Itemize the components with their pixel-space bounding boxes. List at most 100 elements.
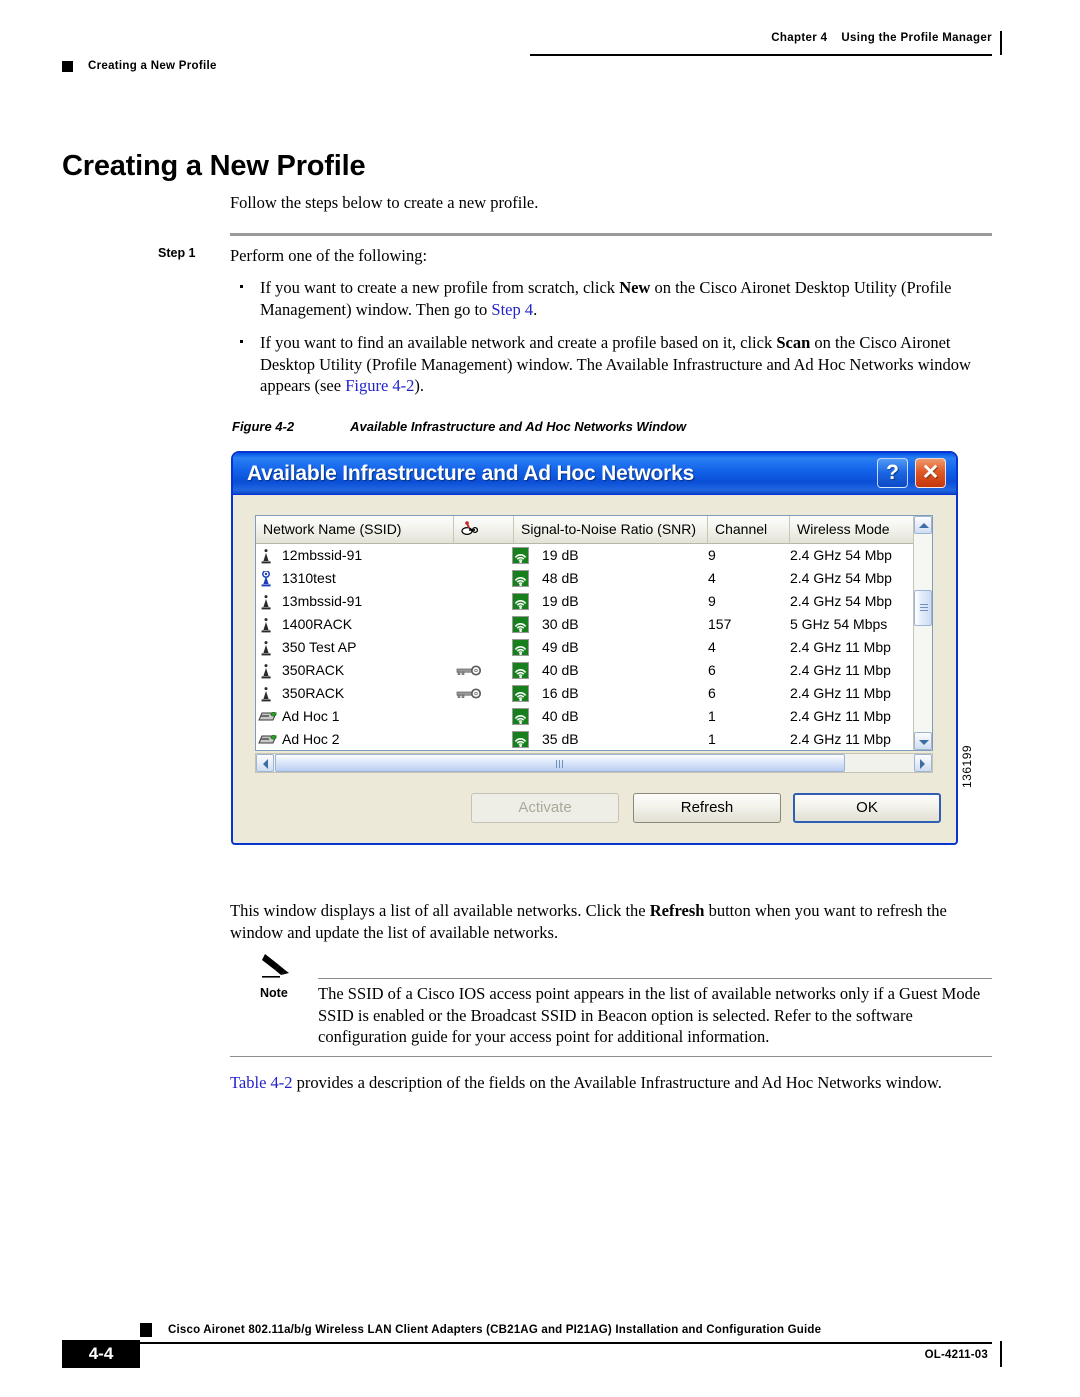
cell-channel: 157 [708,616,732,632]
table-row[interactable]: 350RACK 40 dB 6 2.4 GHz 11 Mbp [256,659,932,682]
cell-network-name: 350RACK [282,685,345,701]
footer-page-number: 4-4 [62,1340,140,1368]
close-icon[interactable]: ✕ [915,458,946,488]
cell-snr: 40 dB [542,708,579,724]
table-row[interactable]: Ad Hoc 2 35 dB 1 2.4 GHz 11 Mbp [256,728,932,750]
activate-button[interactable]: Activate [471,793,619,823]
note-top-rule [318,978,992,980]
cell-wireless-mode: 2.4 GHz 11 Mbp [790,662,891,678]
cell-security [454,636,484,659]
cell-security [454,705,484,728]
signal-strength-icon [512,685,529,702]
cell-channel: 6 [708,685,716,701]
header-divider-line [530,54,992,56]
help-button[interactable]: ? [877,458,908,488]
bullet-dot-icon [240,340,243,343]
intro-paragraph-container: Follow the steps below to create a new p… [230,192,992,214]
footer-right-rule [1000,1341,1002,1367]
bullet-dot-icon [240,285,243,288]
step-label: Step 1 [158,246,196,260]
signal-strength-icon [512,616,529,633]
cell-wireless-mode: 5 GHz 54 Mbps [790,616,888,632]
vertical-scrollbar[interactable] [913,516,932,750]
table-reference-paragraph: Table 4-2 provides a description of the … [230,1073,942,1092]
table-row[interactable]: 1310test 48 dB 4 2.4 GHz 54 Mbp [256,567,932,590]
column-header-channel[interactable]: Channel [708,516,790,543]
table-row[interactable]: 350 Test AP 49 dB 4 2.4 GHz 11 Mbp [256,636,932,659]
figure-art-id: 136199 [960,744,974,788]
scroll-right-button[interactable] [914,754,932,772]
available-networks-dialog: Available Infrastructure and Ad Hoc Netw… [232,452,957,844]
footer-divider-line [140,1342,992,1344]
column-header-signal-to-noise-ratio-snr[interactable]: Signal-to-Noise Ratio (SNR) [514,516,708,543]
step-bullet-list: If you want to create a new profile from… [230,277,992,409]
header-chapter-number: Chapter 4 [771,32,828,44]
horizontal-scrollbar-thumb[interactable] [275,754,845,772]
figure-caption: Figure 4-2 Available Infrastructure and A… [232,419,686,434]
signal-strength-icon [512,662,529,679]
cell-network-name: 1310test [282,570,336,586]
list-item: If you want to find an available network… [230,332,992,397]
note-text-container: The SSID of a Cisco IOS access point app… [318,983,992,1048]
chevron-left-icon [263,759,268,769]
cell-security [454,659,484,682]
refresh-bold-term: Refresh [649,901,705,920]
scroll-left-button[interactable] [256,754,274,772]
figure-caption-text: Available Infrastructure and Ad Hoc Netw… [350,419,687,434]
after-figure-paragraph: This window displays a list of all avail… [230,901,947,942]
cell-wireless-mode: 2.4 GHz 11 Mbp [790,639,891,655]
cell-channel: 4 [708,639,716,655]
table-row[interactable]: Ad Hoc 1 40 dB 1 2.4 GHz 11 Mbp [256,705,932,728]
column-header-network-name-ssid[interactable]: Network Name (SSID) [256,516,454,543]
cell-wireless-mode: 2.4 GHz 54 Mbp [790,547,892,563]
access-point-icon [261,595,271,610]
horizontal-scrollbar[interactable] [255,753,933,773]
step-text: Perform one of the following: [230,246,428,265]
cross-reference-link[interactable]: Table 4-2 [230,1073,293,1092]
access-point-icon [261,664,271,679]
signal-strength-icon [512,593,529,610]
list-rows-container[interactable]: 12mbssid-91 19 dB 9 2.4 GHz 54 Mbp 1310test 4… [256,544,932,750]
list-column-headers: Network Name (SSID) Signal-to-Noise Ratio… [256,516,932,544]
bullet-bold-term: New [619,278,651,297]
chevron-right-icon [920,759,925,769]
column-header-wireless-mode[interactable]: Wireless Mode [790,516,915,543]
cell-snr: 48 dB [542,570,579,586]
dialog-titlebar: Available Infrastructure and Ad Hoc Netw… [233,453,956,495]
column-header-security[interactable] [454,516,514,543]
networks-list-view[interactable]: Network Name (SSID) Signal-to-Noise Ratio… [255,515,933,751]
cell-channel: 9 [708,593,716,609]
table-row[interactable]: 12mbssid-91 19 dB 9 2.4 GHz 54 Mbp [256,544,932,567]
chevron-up-icon [919,523,929,528]
chevron-down-icon [919,740,929,745]
security-key-icon [456,688,482,699]
cell-channel: 6 [708,662,716,678]
list-item: If you want to create a new profile from… [230,277,992,320]
cross-reference-link[interactable]: Step 4 [491,300,533,319]
table-reference-container: Table 4-2 provides a description of the … [230,1072,992,1094]
table-row[interactable]: 1400RACK 30 dB 157 5 GHz 54 Mbps [256,613,932,636]
ok-button[interactable]: OK [793,793,941,823]
dialog-title: Available Infrastructure and Ad Hoc Netw… [247,462,695,485]
vertical-scrollbar-thumb[interactable] [914,590,932,626]
cell-channel: 1 [708,731,716,747]
page-header: Chapter 4 Using the Profile Manager Creat… [0,31,1080,92]
cell-wireless-mode: 2.4 GHz 11 Mbp [790,685,891,701]
cell-wireless-mode: 2.4 GHz 11 Mbp [790,731,891,747]
table-row[interactable]: 350RACK 16 dB 6 2.4 GHz 11 Mbp [256,682,932,705]
intro-paragraph: Follow the steps below to create a new p… [230,193,539,212]
cell-channel: 1 [708,708,716,724]
scroll-down-button[interactable] [914,732,932,750]
access-point-icon [261,641,271,656]
cell-snr: 49 dB [542,639,579,655]
table-row[interactable]: 13mbssid-91 19 dB 9 2.4 GHz 54 Mbp [256,590,932,613]
cell-security [454,728,484,750]
page-title: Creating a New Profile [62,150,366,183]
cross-reference-link[interactable]: Figure 4-2 [345,376,414,395]
scroll-up-button[interactable] [914,516,932,534]
cell-network-name: Ad Hoc 2 [282,731,340,747]
note-label: Note [260,986,288,1000]
refresh-button[interactable]: Refresh [633,793,781,823]
step-text-container: Perform one of the following: [230,245,992,267]
figure-number: Figure 4-2 [232,419,295,434]
